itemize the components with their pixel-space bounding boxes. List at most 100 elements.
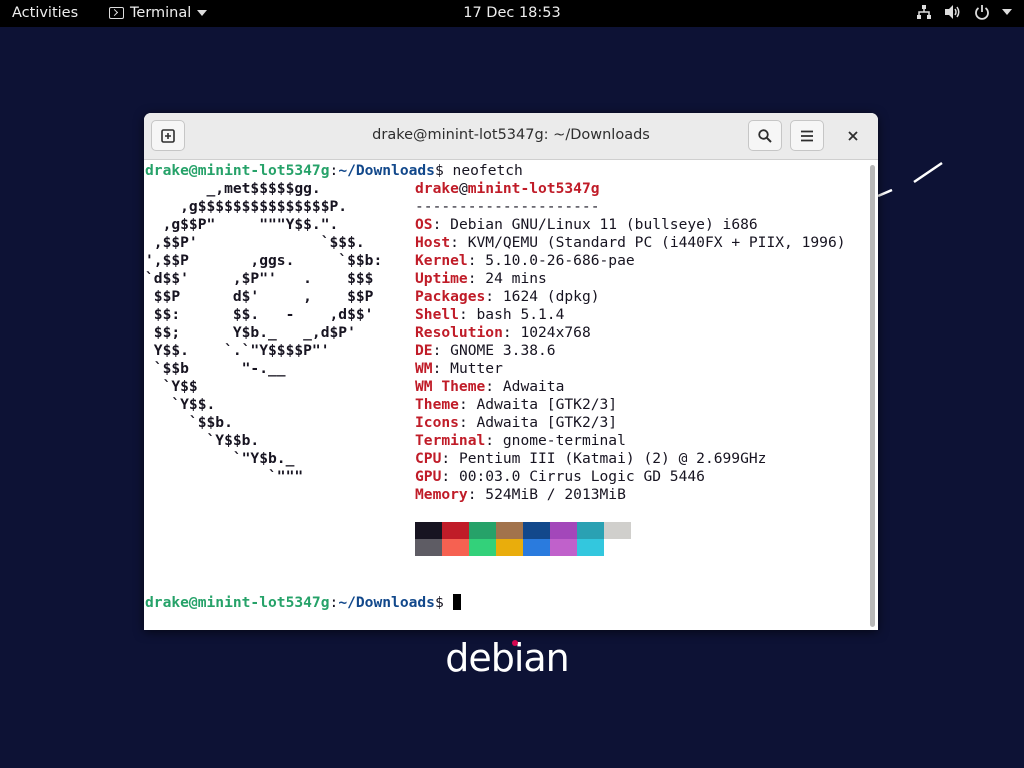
info-row: Theme: Adwaita [GTK2/3] — [415, 396, 617, 414]
activities-button[interactable]: Activities — [12, 5, 78, 21]
color-swatch — [550, 539, 577, 556]
close-button[interactable] — [836, 120, 870, 151]
info-key: Shell — [415, 306, 459, 323]
prompt-dollar: $ — [434, 162, 444, 179]
info-value: Mutter — [450, 360, 503, 377]
logo-line: ,$$P' `$$$. — [145, 234, 365, 251]
hamburger-menu-button[interactable] — [790, 120, 824, 151]
power-icon — [975, 5, 989, 20]
info-value: 5.10.0-26-686-pae — [485, 252, 635, 269]
color-swatch — [415, 522, 442, 539]
app-menu-label: Terminal — [130, 5, 192, 21]
info-value: Adwaita [GTK2/3] — [476, 414, 618, 431]
info-colon: : — [502, 324, 521, 341]
info-key: GPU — [415, 468, 442, 485]
info-colon: : — [432, 216, 451, 233]
top-bar: Activities Terminal 17 Dec 18:53 — [0, 0, 1024, 27]
info-colon: : — [441, 450, 459, 467]
info-colon: : — [467, 486, 486, 503]
color-swatch — [469, 539, 496, 556]
info-colon: : — [467, 270, 486, 287]
info-row: Packages: 1624 (dpkg) — [415, 288, 600, 306]
info-row: WM: Mutter — [415, 360, 503, 378]
app-menu[interactable]: Terminal — [109, 5, 208, 21]
info-separator: --------------------- — [415, 198, 600, 215]
info-key: DE — [415, 342, 433, 359]
color-swatch — [550, 522, 577, 539]
search-button[interactable] — [748, 120, 782, 151]
hamburger-icon — [801, 130, 813, 141]
info-value: Debian GNU/Linux 11 (bullseye) i686 — [450, 216, 758, 233]
info-value: Adwaita — [502, 378, 565, 395]
terminal-icon — [109, 7, 124, 19]
search-icon — [758, 128, 772, 143]
clock[interactable]: 17 Dec 18:53 — [463, 5, 561, 21]
info-colon: : — [432, 360, 451, 377]
info-value: 1624 (dpkg) — [502, 288, 600, 305]
info-header: drake@minint-lot5347g — [415, 180, 600, 198]
prompt-separator: : — [329, 594, 339, 611]
system-tray[interactable] — [916, 4, 1012, 20]
info-key: Icons — [415, 414, 459, 431]
info-value: Adwaita [GTK2/3] — [476, 396, 618, 413]
prompt-user-host: drake@minint-lot5347g — [145, 594, 330, 611]
debian-wordmark-dot — [512, 640, 518, 646]
logo-line: `Y$$. — [145, 396, 216, 413]
logo-line: Y$$. `.`"Y$$$$P"' — [145, 342, 330, 359]
prompt-separator: : — [329, 162, 339, 179]
terminal-window[interactable]: drake@minint-lot5347g: ~/Downloads drake… — [144, 113, 878, 630]
info-row: WM Theme: Adwaita — [415, 378, 564, 396]
window-titlebar[interactable]: drake@minint-lot5347g: ~/Downloads — [144, 113, 878, 160]
palette-row-normal — [415, 522, 631, 539]
info-value: bash 5.1.4 — [476, 306, 565, 323]
logo-line: ,g$$P" """Y$$.". — [145, 216, 339, 233]
color-swatch — [604, 522, 631, 539]
info-row: Uptime: 24 mins — [415, 270, 547, 288]
info-row: Memory: 524MiB / 2013MiB — [415, 486, 626, 504]
info-colon: : — [458, 306, 477, 323]
color-swatch — [415, 539, 442, 556]
prompt-path: ~/Downloads — [338, 594, 435, 611]
logo-line: `$$b "-.__ — [145, 360, 286, 377]
logo-line: `Y$$b. — [145, 432, 260, 449]
info-key: Theme — [415, 396, 459, 413]
info-host: minint-lot5347g — [467, 180, 600, 197]
new-tab-button[interactable] — [151, 120, 185, 151]
info-colon: : — [441, 468, 459, 485]
new-tab-icon — [161, 128, 175, 143]
info-row: Icons: Adwaita [GTK2/3] — [415, 414, 617, 432]
terminal-output[interactable]: drake@minint-lot5347g:~/Downloads$ neofe… — [144, 160, 866, 630]
color-swatch — [523, 522, 550, 539]
info-key: Host — [415, 234, 451, 251]
info-colon: : — [485, 378, 503, 395]
chevron-down-icon — [197, 10, 208, 16]
text-cursor — [452, 594, 461, 610]
info-colon: : — [450, 234, 468, 251]
volume-icon — [945, 5, 960, 19]
debian-wordmark: debian — [445, 636, 570, 680]
logo-line: ',$$P ,ggs. `$$b: — [145, 252, 383, 269]
info-row: Kernel: 5.10.0-26-686-pae — [415, 252, 635, 270]
info-user: drake — [415, 180, 459, 197]
color-swatch — [442, 539, 469, 556]
command-text: neofetch — [443, 162, 523, 179]
color-swatch — [604, 539, 631, 556]
logo-line: $$: $$. - ,d$$' — [145, 306, 374, 323]
info-colon: : — [485, 432, 503, 449]
color-swatch — [496, 539, 523, 556]
info-row: Host: KVM/QEMU (Standard PC (i440FX + PI… — [415, 234, 846, 252]
prompt-dollar: $ — [434, 594, 444, 611]
info-value: GNOME 3.38.6 — [450, 342, 556, 359]
color-palette — [415, 522, 631, 556]
scrollbar[interactable] — [870, 165, 875, 627]
info-value: Pentium III (Katmai) (2) @ 2.699GHz — [458, 450, 767, 467]
info-key: CPU — [415, 450, 442, 467]
info-row: OS: Debian GNU/Linux 11 (bullseye) i686 — [415, 216, 758, 234]
palette-row-bright — [415, 539, 631, 556]
color-swatch — [442, 522, 469, 539]
logo-line: $$P d$' , $$P — [145, 288, 374, 305]
logo-line: `""" — [145, 468, 304, 485]
logo-line: $$; Y$b._ _,d$P' — [145, 324, 356, 341]
info-value: 1024x768 — [520, 324, 591, 341]
network-icon — [917, 5, 931, 19]
